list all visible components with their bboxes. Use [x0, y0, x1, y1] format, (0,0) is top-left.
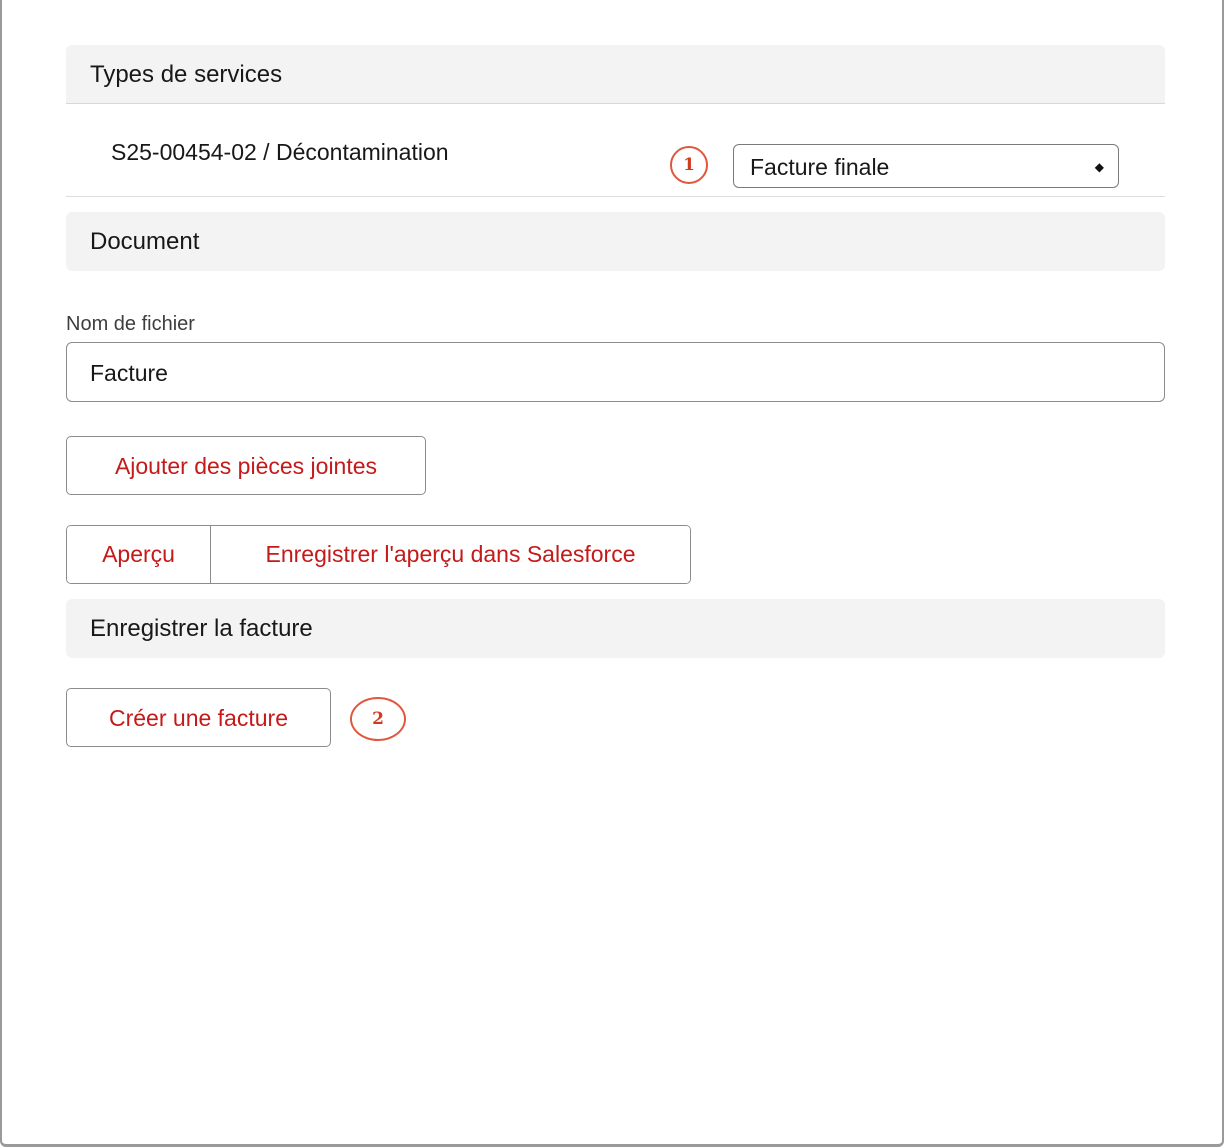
- services-section-title: Types de services: [90, 61, 283, 88]
- add-attachments-button[interactable]: Ajouter des pièces jointes: [66, 436, 426, 495]
- preview-button[interactable]: Aperçu: [67, 526, 211, 583]
- annotation-marker-1: 1: [670, 146, 708, 184]
- document-section-title: Document: [90, 228, 200, 255]
- filename-label: Nom de fichier: [66, 313, 195, 335]
- invoice-dialog: Types de services S25-00454-02 / Déconta…: [0, 0, 1224, 1147]
- invoice-type-selected-value: Facture finale: [750, 154, 890, 180]
- invoice-type-select[interactable]: Facture finale ◆: [733, 144, 1119, 188]
- filename-input[interactable]: Facture: [66, 342, 1165, 402]
- services-section-header: Types de services: [66, 45, 1165, 104]
- save-preview-to-salesforce-button[interactable]: Enregistrer l'aperçu dans Salesforce: [211, 526, 690, 583]
- select-arrows-icon: ◆: [1094, 160, 1104, 174]
- divider: [66, 196, 1165, 197]
- annotation-marker-2: 2: [350, 697, 406, 741]
- create-invoice-button[interactable]: Créer une facture: [66, 688, 331, 747]
- preview-button-group: Aperçu Enregistrer l'aperçu dans Salesfo…: [66, 525, 691, 584]
- document-section-header: Document: [66, 212, 1165, 271]
- save-invoice-section-header: Enregistrer la facture: [66, 599, 1165, 658]
- save-invoice-section-title: Enregistrer la facture: [90, 615, 313, 642]
- service-name: S25-00454-02 / Décontamination: [111, 139, 449, 165]
